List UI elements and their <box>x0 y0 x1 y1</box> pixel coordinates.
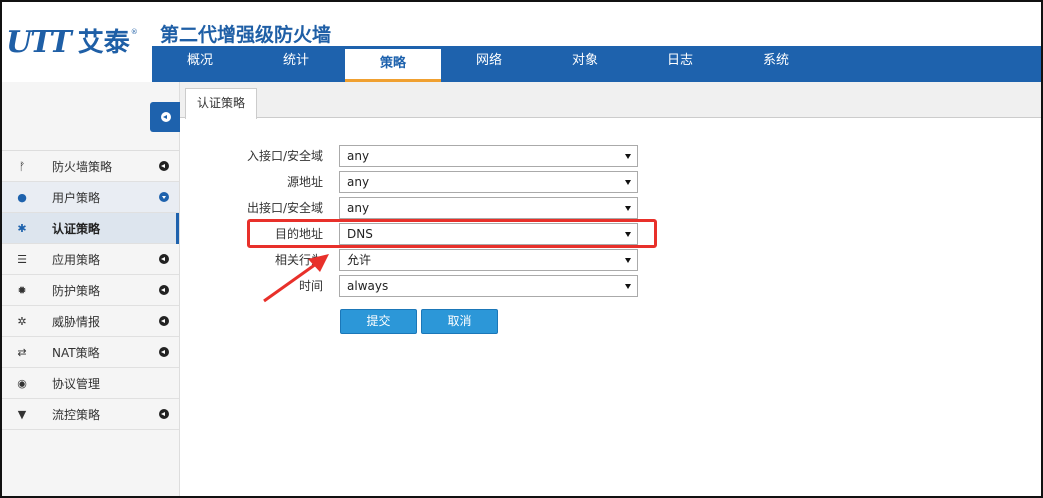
annotation-arrow-shaft <box>263 262 317 303</box>
app-window: UTT 艾泰 ® 第二代增强级防火墙 概况 统计 策略 网络 对象 日志 系统 … <box>0 0 1043 498</box>
annotation-arrow <box>263 254 329 303</box>
annotation-arrow-head <box>308 254 329 272</box>
